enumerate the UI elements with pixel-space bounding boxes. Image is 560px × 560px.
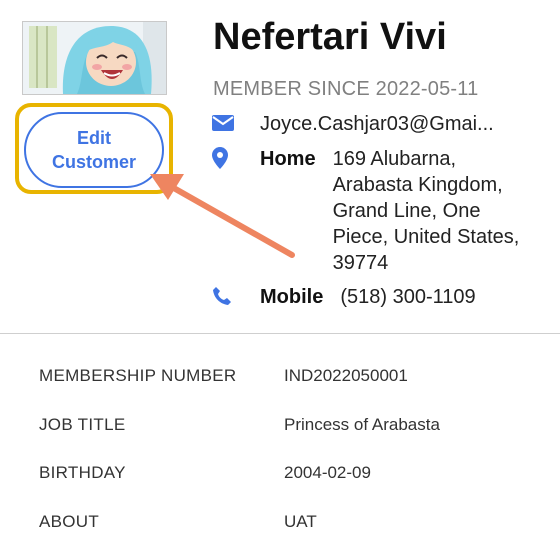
phone-label: Mobile bbox=[260, 284, 323, 310]
phone-icon bbox=[212, 284, 234, 308]
map-pin-icon bbox=[212, 146, 234, 170]
detail-value: UAT bbox=[284, 512, 317, 532]
avatar-image bbox=[23, 22, 166, 94]
phone-value[interactable]: (518) 300-1109 bbox=[340, 284, 475, 310]
detail-label: MEMBERSHIP NUMBER bbox=[39, 366, 284, 386]
detail-value: Princess of Arabasta bbox=[284, 415, 440, 435]
detail-row: ABOUT UAT bbox=[39, 512, 539, 560]
customer-name: Nefertari Vivi bbox=[213, 16, 447, 59]
detail-label: BIRTHDAY bbox=[39, 463, 284, 483]
email-row: Joyce.Cashjar03@Gmai... bbox=[212, 111, 494, 137]
envelope-icon bbox=[212, 111, 234, 135]
section-divider bbox=[0, 333, 560, 334]
detail-value: IND2022050001 bbox=[284, 366, 408, 386]
address-label: Home bbox=[260, 146, 316, 172]
phone-row: Mobile (518) 300-1109 bbox=[212, 284, 476, 310]
detail-label: JOB TITLE bbox=[39, 415, 284, 435]
customer-avatar bbox=[22, 21, 167, 95]
detail-row: JOB TITLE Princess of Arabasta bbox=[39, 415, 539, 464]
address-value: 169 Alubarna, Arabasta Kingdom, Grand Li… bbox=[333, 146, 533, 276]
customer-email[interactable]: Joyce.Cashjar03@Gmai... bbox=[260, 111, 494, 137]
details-list: MEMBERSHIP NUMBER IND2022050001 JOB TITL… bbox=[39, 366, 539, 560]
edit-customer-button[interactable]: Edit Customer bbox=[24, 112, 164, 188]
address-row: Home 169 Alubarna, Arabasta Kingdom, Gra… bbox=[212, 146, 533, 276]
detail-label: ABOUT bbox=[39, 512, 284, 532]
detail-row: MEMBERSHIP NUMBER IND2022050001 bbox=[39, 366, 539, 415]
detail-value: 2004-02-09 bbox=[284, 463, 371, 483]
detail-row: BIRTHDAY 2004-02-09 bbox=[39, 463, 539, 512]
member-since: MEMBER SINCE 2022-05-11 bbox=[213, 78, 478, 101]
